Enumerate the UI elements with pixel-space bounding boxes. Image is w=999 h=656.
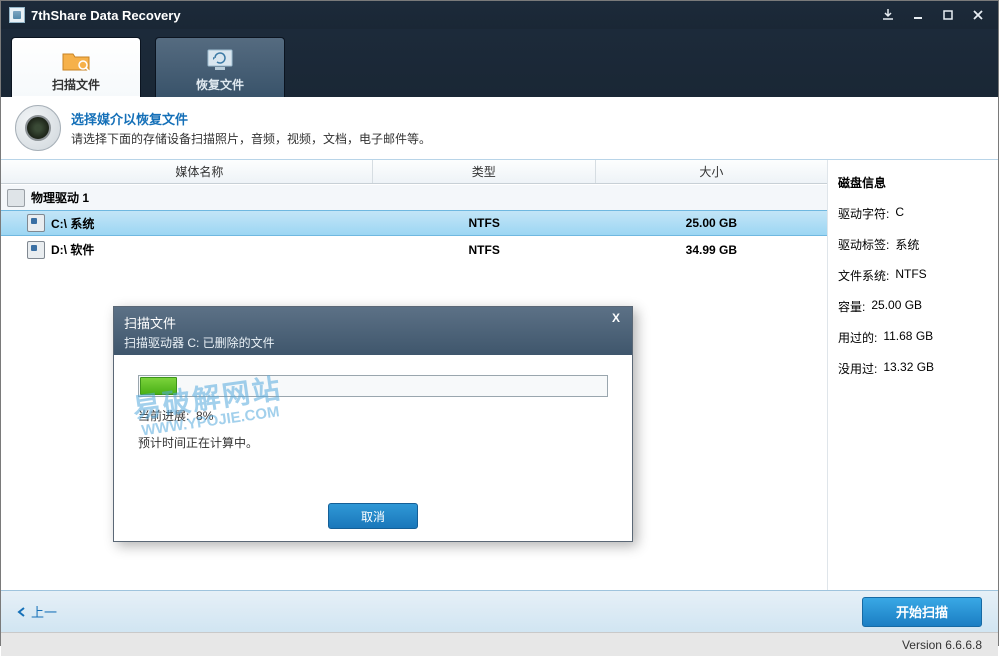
back-button[interactable]: 上一 bbox=[17, 602, 57, 621]
eta-label: 预计时间正在计算中。 bbox=[138, 434, 608, 451]
download-icon[interactable] bbox=[874, 6, 902, 24]
version-label: Version 6.6.6.8 bbox=[902, 638, 982, 652]
tab-recover-label: 恢复文件 bbox=[196, 76, 244, 93]
drive-name: D:\ 软件 bbox=[51, 241, 94, 258]
progress-bar bbox=[138, 375, 608, 397]
folder-scan-icon bbox=[61, 47, 91, 73]
drive-type: NTFS bbox=[373, 216, 596, 230]
drive-name: C:\ 系统 bbox=[51, 215, 94, 232]
k-letter: 驱动字符: bbox=[838, 205, 889, 222]
info-strip: 选择媒介以恢复文件 请选择下面的存储设备扫描照片，音频，视频，文档，电子邮件等。 bbox=[1, 97, 998, 160]
disk-info-heading: 磁盘信息 bbox=[838, 174, 988, 191]
k-cap: 容量: bbox=[838, 298, 865, 315]
drive-group-row[interactable]: 物理驱动 1 bbox=[1, 184, 827, 210]
k-free: 没用过: bbox=[838, 360, 877, 377]
minimize-icon[interactable] bbox=[904, 6, 932, 24]
dialog-close-icon[interactable]: X bbox=[606, 311, 626, 327]
scan-progress-dialog: 扫描文件 扫描驱动器 C: 已删除的文件 X 当前进展: 8% 预计时间正在计算… bbox=[113, 306, 633, 542]
tab-scan-label: 扫描文件 bbox=[52, 76, 100, 93]
back-label: 上一 bbox=[31, 602, 57, 621]
volume-icon bbox=[27, 214, 45, 232]
title-bar: 7thShare Data Recovery bbox=[1, 1, 998, 29]
drive-row[interactable]: D:\ 软件 NTFS 34.99 GB bbox=[1, 236, 827, 262]
start-scan-button[interactable]: 开始扫描 bbox=[862, 597, 982, 627]
col-header-size[interactable]: 大小 bbox=[596, 160, 827, 183]
progress-label-prefix: 当前进展: bbox=[138, 409, 189, 423]
app-title: 7thShare Data Recovery bbox=[31, 8, 181, 23]
arrow-left-icon bbox=[17, 607, 27, 617]
version-strip: Version 6.6.6.8 bbox=[1, 632, 998, 656]
cancel-label: 取消 bbox=[361, 508, 385, 525]
camera-lens-icon bbox=[15, 105, 61, 151]
physical-drive-icon bbox=[7, 189, 25, 207]
k-used: 用过的: bbox=[838, 329, 877, 346]
dialog-subtitle: 扫描驱动器 C: 已删除的文件 bbox=[124, 334, 622, 351]
close-icon[interactable] bbox=[964, 6, 992, 24]
v-free: 13.32 GB bbox=[883, 360, 934, 377]
info-subtext: 请选择下面的存储设备扫描照片，音频，视频，文档，电子邮件等。 bbox=[71, 130, 431, 147]
tab-strip: 扫描文件 恢复文件 bbox=[1, 29, 998, 97]
tab-scan[interactable]: 扫描文件 bbox=[11, 37, 141, 97]
drive-group-label: 物理驱动 1 bbox=[31, 189, 89, 206]
col-header-type[interactable]: 类型 bbox=[373, 160, 596, 183]
volume-icon bbox=[27, 241, 45, 259]
drive-row[interactable]: C:\ 系统 NTFS 25.00 GB bbox=[1, 210, 827, 236]
v-label: 系统 bbox=[895, 236, 919, 253]
monitor-recover-icon bbox=[205, 47, 235, 73]
progress-label-value: 8% bbox=[196, 409, 213, 423]
v-used: 11.68 GB bbox=[883, 329, 933, 346]
disk-info-pane: 磁盘信息 驱动字符: C 驱动标签: 系统 文件系统: NTFS 容量: 25.00 G… bbox=[828, 160, 998, 590]
v-cap: 25.00 GB bbox=[871, 298, 922, 315]
progress-fill bbox=[140, 377, 177, 395]
drive-type: NTFS bbox=[373, 243, 596, 257]
start-scan-label: 开始扫描 bbox=[896, 602, 948, 621]
dialog-title: 扫描文件 bbox=[124, 313, 622, 332]
window-controls bbox=[874, 6, 992, 24]
footer-bar: 上一 开始扫描 bbox=[1, 590, 998, 632]
app-logo-icon bbox=[9, 7, 25, 23]
drive-size: 25.00 GB bbox=[596, 216, 827, 230]
info-heading: 选择媒介以恢复文件 bbox=[71, 109, 431, 128]
drive-size: 34.99 GB bbox=[596, 243, 827, 257]
maximize-icon[interactable] bbox=[934, 6, 962, 24]
col-header-name[interactable]: 媒体名称 bbox=[1, 160, 373, 183]
k-label: 驱动标签: bbox=[838, 236, 889, 253]
cancel-button[interactable]: 取消 bbox=[328, 503, 418, 529]
table-header: 媒体名称 类型 大小 bbox=[1, 160, 827, 184]
k-fs: 文件系统: bbox=[838, 267, 889, 284]
tab-recover[interactable]: 恢复文件 bbox=[155, 37, 285, 97]
v-fs: NTFS bbox=[895, 267, 926, 284]
v-letter: C bbox=[895, 205, 904, 222]
